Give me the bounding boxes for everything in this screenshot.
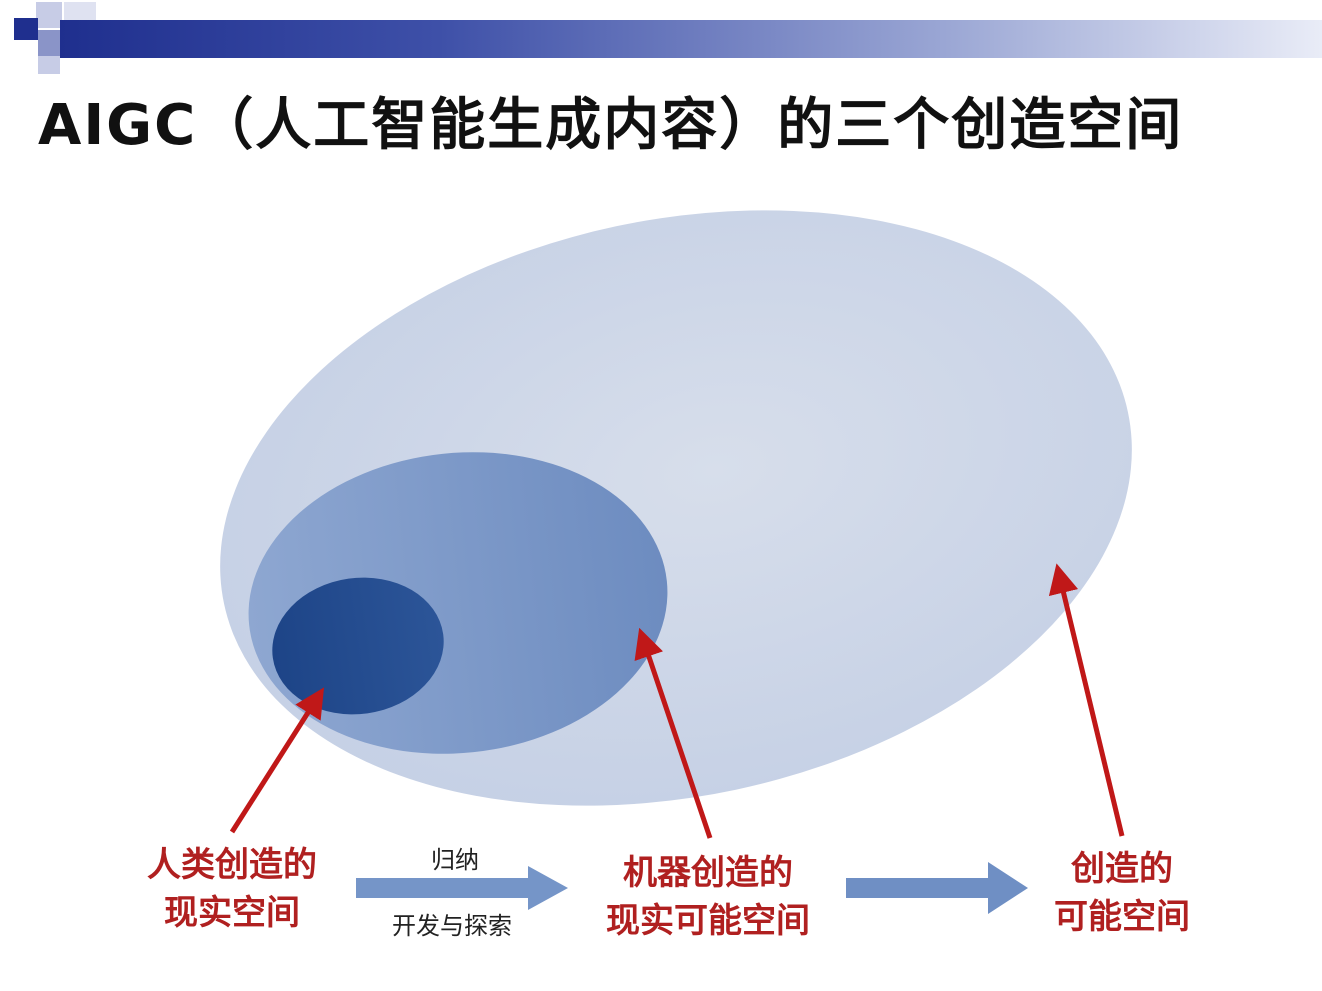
creation-spaces-diagram: 人类创造的 现实空间 机器创造的 现实可能空间 创造的 可能空间 归纳 开发与探… xyxy=(147,210,1190,941)
flow-arrow-1-bottom-label: 开发与探索 xyxy=(392,912,512,940)
machine-space-label-line1: 机器创造的 xyxy=(623,853,793,893)
flow-arrow-1-top-label: 归纳 xyxy=(431,846,479,874)
human-space-label-line2: 现实空间 xyxy=(164,893,300,933)
creation-space-label-line2: 可能空间 xyxy=(1054,897,1190,937)
slide: AIGC（人工智能生成内容）的三个创造空间 人类创造的 现实空间 机器创造的 现… xyxy=(0,0,1322,991)
machine-space-label-line2: 现实可能空间 xyxy=(606,901,810,941)
pointer-arrow-human xyxy=(229,687,325,834)
creation-space-label-line1: 创造的 xyxy=(1070,849,1173,889)
pointer-arrow-creation xyxy=(1048,563,1125,837)
human-space-label-line1: 人类创造的 xyxy=(147,845,317,885)
flow-arrow-2 xyxy=(846,862,1028,914)
